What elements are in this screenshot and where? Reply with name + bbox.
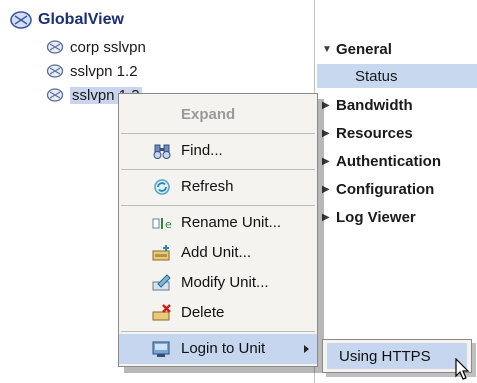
section-label: Bandwidth bbox=[336, 96, 413, 114]
menu-item-modify-unit[interactable]: Modify Unit... bbox=[119, 268, 317, 298]
collapsed-arrow-icon: ▶ bbox=[322, 211, 330, 223]
menu-item-delete[interactable]: Delete bbox=[119, 298, 317, 328]
menu-item-label: Modify Unit... bbox=[181, 274, 269, 291]
menu-item-login-to-unit[interactable]: Login to Unit bbox=[119, 334, 317, 364]
svg-text:e: e bbox=[165, 218, 172, 231]
menu-separator bbox=[121, 169, 315, 170]
tree-root-label: GlobalView bbox=[38, 11, 124, 28]
section-item-label: Status bbox=[355, 67, 398, 85]
section-log-viewer[interactable]: ▶ Log Viewer bbox=[322, 206, 416, 228]
menu-item-label: Delete bbox=[181, 304, 225, 321]
menu-item-label: Login to Unit bbox=[181, 340, 266, 357]
submenu-item-using-https[interactable]: Using HTTPS bbox=[327, 343, 467, 369]
add-unit-icon bbox=[152, 245, 170, 261]
menu-item-label: Expand bbox=[181, 106, 236, 123]
menu-item-find[interactable]: Find... bbox=[119, 136, 317, 166]
menu-item-rename-unit[interactable]: e Rename Unit... bbox=[119, 208, 317, 238]
submenu-arrow-icon bbox=[304, 345, 309, 353]
menu-item-label: Find... bbox=[181, 142, 223, 159]
refresh-icon bbox=[154, 179, 170, 195]
unit-icon bbox=[46, 40, 64, 54]
section-label: Log Viewer bbox=[336, 208, 416, 226]
section-authentication[interactable]: ▶ Authentication bbox=[322, 150, 441, 172]
expanded-arrow-icon: ▼ bbox=[322, 43, 332, 55]
section-configuration[interactable]: ▶ Configuration bbox=[322, 178, 434, 200]
section-resources[interactable]: ▶ Resources bbox=[322, 122, 413, 144]
tree-root[interactable]: GlobalView bbox=[10, 8, 124, 32]
mouse-cursor-icon bbox=[455, 358, 470, 380]
modify-unit-icon bbox=[152, 274, 171, 291]
binoculars-icon bbox=[153, 144, 171, 159]
submenu-item-label: Using HTTPS bbox=[339, 347, 431, 365]
unit-icon bbox=[46, 88, 64, 102]
rename-icon: e bbox=[152, 218, 172, 231]
delete-icon bbox=[152, 304, 171, 321]
collapsed-arrow-icon: ▶ bbox=[322, 155, 330, 167]
unit-icon bbox=[46, 64, 64, 78]
menu-item-label: Add Unit... bbox=[181, 244, 252, 261]
section-label: Authentication bbox=[336, 152, 441, 170]
menu-item-refresh[interactable]: Refresh bbox=[119, 172, 317, 202]
menu-separator bbox=[121, 331, 315, 332]
collapsed-arrow-icon: ▶ bbox=[322, 183, 330, 195]
tree-item-label: corp sslvpn bbox=[70, 38, 146, 56]
login-icon bbox=[152, 341, 170, 357]
tree-item-sslvpn-1-2[interactable]: sslvpn 1.2 bbox=[46, 60, 138, 82]
menu-separator bbox=[121, 133, 315, 134]
menu-item-label: Rename Unit... bbox=[181, 214, 282, 231]
section-general[interactable]: ▼ General bbox=[322, 38, 392, 60]
menu-item-label: Refresh bbox=[181, 178, 234, 195]
submenu: Using HTTPS bbox=[322, 339, 472, 373]
tree-item-corp-sslvpn[interactable]: corp sslvpn bbox=[46, 36, 146, 58]
menu-item-add-unit[interactable]: Add Unit... bbox=[119, 238, 317, 268]
collapsed-arrow-icon: ▶ bbox=[322, 127, 330, 139]
globalview-icon bbox=[10, 11, 32, 29]
tree-item-label: sslvpn 1.2 bbox=[70, 62, 138, 80]
section-bandwidth[interactable]: ▶ Bandwidth bbox=[322, 94, 413, 116]
menu-separator bbox=[121, 205, 315, 206]
collapsed-arrow-icon: ▶ bbox=[322, 99, 330, 111]
menu-item-expand[interactable]: Expand bbox=[119, 100, 317, 130]
section-item-status[interactable]: Status bbox=[317, 64, 477, 88]
section-label: General bbox=[336, 40, 392, 58]
section-label: Resources bbox=[336, 124, 413, 142]
section-label: Configuration bbox=[336, 180, 435, 198]
context-menu: Expand Find... Refresh e Rename Unit... bbox=[118, 93, 318, 367]
